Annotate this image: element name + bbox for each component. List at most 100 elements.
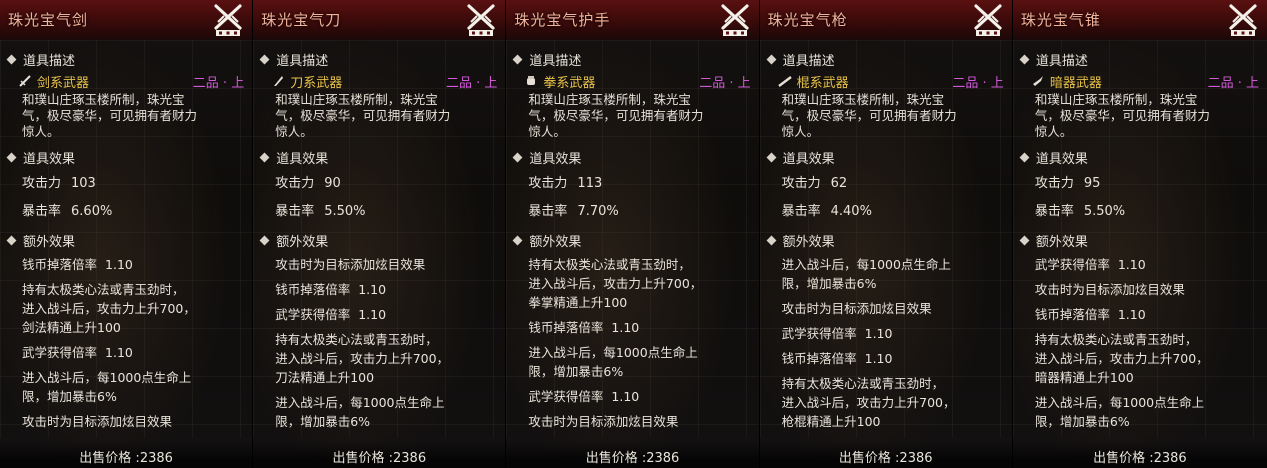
item-tooltip-card: 珠光宝气刀 道具描述 刀系武器 二品 · 上 和璞山庄琢玉楼所制，珠光宝 气，极… (253, 0, 507, 468)
section-extra-header: 额外效果 (257, 231, 329, 250)
extra-effect-text: 进入战斗后，每1000点生命上 限，增加暴击6% (22, 370, 192, 404)
sell-price-value: 2386 (393, 451, 427, 466)
attack-value: 103 (71, 176, 96, 191)
weapon-type-name: 暗器武器 (1049, 75, 1102, 91)
weapon-type-line: 拳系武器 二品 · 上 (524, 72, 751, 91)
diamond-bullet-icon (6, 54, 17, 64)
sell-price-label: 出售价格 : (585, 451, 647, 466)
crit-stat: 暴击率 5.50% (275, 200, 365, 219)
section-description-header: 道具描述 (257, 50, 328, 69)
extra-effect-item: 持有太极类心法或青玉劲时， 进入战斗后，攻击力上升700， 枪棍精通上升100 (782, 374, 1008, 431)
extra-effect-item: 持有太极类心法或青玉劲时， 进入战斗后，攻击力上升700， 拳掌精通上升100 (528, 255, 754, 312)
item-title: 珠光宝气枪 (767, 11, 848, 29)
extra-effect-item: 钱币掉落倍率 1.10 (22, 255, 248, 274)
diamond-bullet-icon (766, 54, 777, 64)
extra-effect-text: 进入战斗后，每1000点生命上 限，增加暴击6% (1034, 395, 1205, 429)
crit-value: 7.70% (577, 204, 619, 219)
item-grade: 二品 · 上 (1207, 75, 1259, 91)
attack-stat: 攻击力 90 (275, 172, 341, 191)
section-extra-label: 额外效果 (23, 234, 76, 250)
item-header: 珠光宝气刀 (253, 0, 506, 40)
weapon-type-line: 剑系武器 二品 · 上 (18, 72, 245, 91)
crossed-swords-icon (214, 4, 242, 36)
diamond-bullet-icon (766, 152, 777, 162)
crit-stat: 暴击率 4.40% (782, 200, 872, 219)
attack-value: 95 (1083, 176, 1101, 191)
diamond-bullet-icon (259, 152, 270, 162)
extra-effect-text: 攻击时为目标添加炫目效果 (1034, 282, 1185, 297)
extra-effect-value: 1.10 (1117, 307, 1146, 322)
section-extra-header: 额外效果 (1017, 231, 1088, 250)
extra-effect-text: 持有太极类心法或青玉劲时， 进入战斗后，攻击力上升700， 剑法精通上升100 (22, 282, 196, 335)
weapon-type-line: 刀系武器 二品 · 上 (271, 72, 497, 91)
item-grade: 二品 · 上 (952, 75, 1004, 91)
section-extra-header: 额外效果 (510, 231, 581, 250)
section-effect-label: 道具效果 (276, 151, 329, 167)
attack-stat: 攻击力 113 (528, 172, 602, 191)
item-tooltip-card: 珠光宝气枪 道具描述 棍系武器 二品 · 上 和璞山庄琢玉楼所制，珠光宝 气，极… (759, 0, 1013, 468)
extra-effect-item: 进入战斗后，每1000点生命上 限，增加暴击6% (22, 368, 248, 406)
section-extra-header: 额外效果 (4, 231, 76, 250)
item-grade: 二品 · 上 (699, 75, 751, 91)
extra-effect-item: 攻击时为目标添加炫目效果 (22, 412, 248, 431)
extra-effect-value: 1.10 (864, 326, 893, 341)
extra-effect-text: 武学获得倍率 (781, 326, 857, 341)
extra-effect-item: 进入战斗后，每1000点生命上 限，增加暴击6% (528, 343, 754, 381)
extra-effect-item: 武学获得倍率 1.10 (782, 324, 1008, 343)
crossed-swords-icon (721, 4, 749, 36)
sell-price-value: 2386 (139, 451, 173, 466)
extra-effect-text: 钱币掉落倍率 (275, 282, 351, 297)
item-tooltip-strip: 珠光宝气剑 道具描述 剑系武器 二品 · 上 和璞山庄琢玉楼所制，珠光宝 气，极… (0, 0, 1267, 468)
attack-stat: 攻击力 103 (22, 172, 96, 191)
diamond-bullet-icon (6, 235, 17, 245)
section-extra-header: 额外效果 (764, 231, 835, 250)
item-tooltip-card: 珠光宝气剑 道具描述 剑系武器 二品 · 上 和璞山庄琢玉楼所制，珠光宝 气，极… (0, 0, 254, 468)
extra-effect-item: 攻击时为目标添加炫目效果 (275, 255, 501, 274)
crit-value: 5.50% (1083, 204, 1126, 219)
item-grade: 二品 · 上 (192, 75, 245, 91)
item-header: 珠光宝气锥 (1012, 0, 1267, 40)
section-description-label: 道具描述 (782, 53, 835, 69)
weapon-type-line: 棍系武器 二品 · 上 (777, 72, 1004, 91)
weapon-type-name: 刀系武器 (290, 75, 343, 91)
diamond-bullet-icon (1019, 235, 1030, 245)
crit-label: 暴击率 (1034, 204, 1074, 219)
section-extra-label: 额外效果 (276, 234, 329, 250)
attack-label: 攻击力 (22, 176, 62, 191)
extra-effect-text: 攻击时为目标添加炫目效果 (781, 301, 932, 316)
crit-label: 暴击率 (781, 204, 821, 219)
extra-effect-item: 钱币掉落倍率 1.10 (275, 280, 501, 299)
item-description: 和璞山庄琢玉楼所制，珠光宝 气，极尽豪华，可见拥有者财力 惊人。 (1034, 92, 1210, 139)
item-tooltip-card: 珠光宝气护手 道具描述 拳系武器 二品 · 上 和璞山庄琢玉楼所制，珠光宝 气，… (506, 0, 760, 468)
sell-price: 出售价格 :2386 (1013, 447, 1267, 466)
section-description-header: 道具描述 (510, 50, 581, 69)
item-title: 珠光宝气剑 (8, 11, 89, 29)
item-title: 珠光宝气护手 (514, 11, 611, 29)
extra-effect-item: 持有太极类心法或青玉劲时， 进入战斗后，攻击力上升700， 剑法精通上升100 (22, 280, 248, 337)
attack-label: 攻击力 (781, 176, 821, 191)
crit-stat: 暴击率 6.60% (22, 200, 112, 219)
section-extra-label: 额外效果 (1035, 234, 1088, 250)
crit-stat: 暴击率 5.50% (1035, 200, 1125, 219)
crit-value: 4.40% (830, 204, 872, 219)
weapon-type-name: 拳系武器 (543, 75, 596, 91)
extra-effect-item: 进入战斗后，每1000点生命上 限，增加暴击6% (1035, 393, 1261, 431)
section-description-label: 道具描述 (23, 53, 76, 69)
diamond-bullet-icon (259, 54, 270, 64)
sell-price-value: 2386 (646, 451, 680, 466)
extra-effect-text: 武学获得倍率 (1034, 257, 1110, 272)
crossed-swords-icon (467, 4, 496, 36)
attack-label: 攻击力 (275, 176, 315, 191)
blade-icon (274, 76, 284, 86)
extra-effect-text: 进入战斗后，每1000点生命上 限，增加暴击6% (275, 395, 445, 429)
extra-effect-text: 武学获得倍率 (528, 389, 604, 404)
crit-value: 5.50% (324, 204, 366, 219)
diamond-bullet-icon (1019, 152, 1030, 162)
diamond-bullet-icon (512, 152, 523, 162)
diamond-bullet-icon (766, 235, 777, 245)
section-effect-header: 道具效果 (510, 148, 581, 167)
section-description-header: 道具描述 (1017, 50, 1088, 69)
extra-effect-value: 1.10 (105, 345, 133, 360)
extra-effect-item: 攻击时为目标添加炫目效果 (782, 299, 1008, 318)
extra-effect-text: 攻击时为目标添加炫目效果 (528, 414, 679, 429)
